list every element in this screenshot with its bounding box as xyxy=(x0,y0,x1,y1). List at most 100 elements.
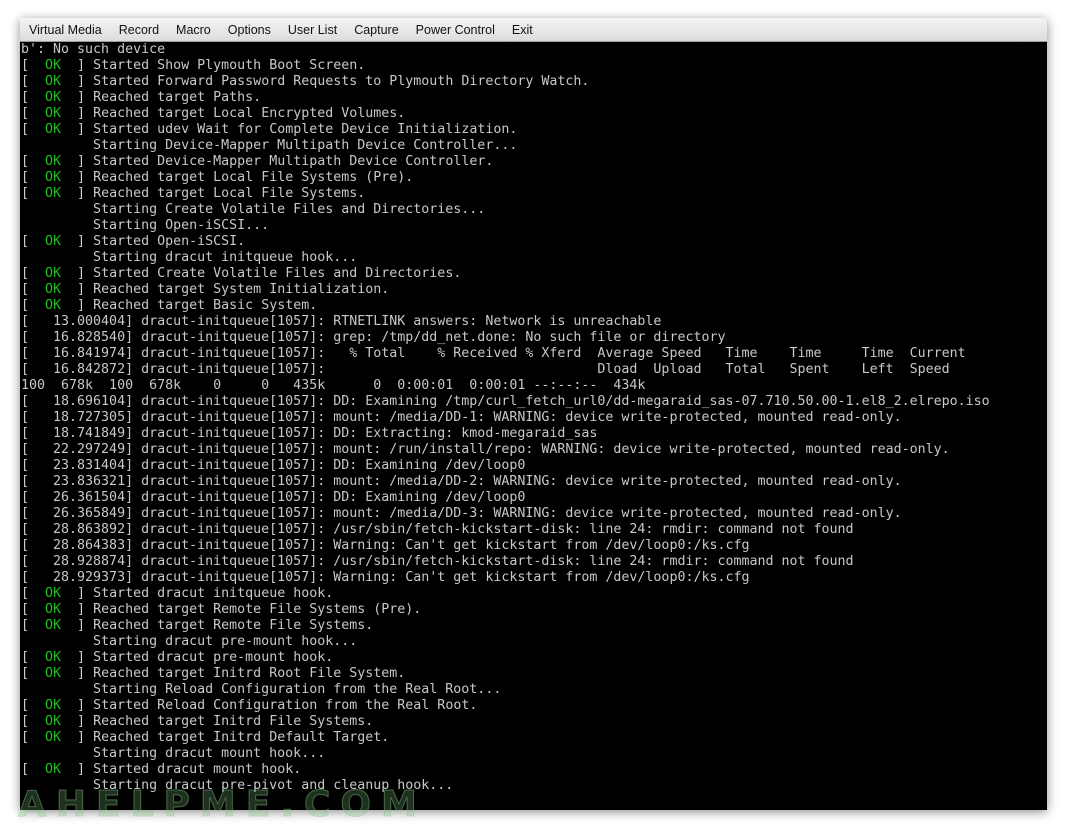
console-line: [ 16.842872] dracut-initqueue[1057]: Dlo… xyxy=(21,362,1047,378)
menu-power-control[interactable]: Power Control xyxy=(409,23,502,37)
console-line: [ 16.828540] dracut-initqueue[1057]: gre… xyxy=(21,330,1047,346)
console-line-text: Reached target Initrd File Systems. xyxy=(93,714,374,729)
console-line: Starting dracut initqueue hook... xyxy=(21,250,1047,266)
console-line-text: [ 26.361504] dracut-initqueue[1057]: DD:… xyxy=(21,490,526,505)
console-line: [ OK ] Started Open-iSCSI. xyxy=(21,234,246,249)
ok-status: OK xyxy=(45,666,62,681)
console-line-text: Reached target Basic System. xyxy=(93,298,318,313)
menu-exit[interactable]: Exit xyxy=(505,23,540,37)
ok-status: OK xyxy=(45,698,62,713)
console-line-text: Started Open-iSCSI. xyxy=(93,234,246,249)
console-line-text: Reached target System Initialization. xyxy=(93,282,390,297)
ok-status: OK xyxy=(45,106,62,121)
console-line-text: Starting dracut initqueue hook... xyxy=(21,250,358,265)
console-line-text: Reached target Paths. xyxy=(93,90,262,105)
console-line-text: [ 28.928874] dracut-initqueue[1057]: /us… xyxy=(21,554,854,569)
console-line: [ OK ] Started Reload Configuration from… xyxy=(21,698,478,713)
ok-status: OK xyxy=(45,266,62,281)
console-line: 100 678k 100 678k 0 0 435k 0 0:00:01 0:0… xyxy=(21,378,1047,394)
menu-macro[interactable]: Macro xyxy=(169,23,218,37)
console-line: [ OK ] Reached target Initrd Root File S… xyxy=(21,666,406,681)
console-line-text: [ 18.741849] dracut-initqueue[1057]: DD:… xyxy=(21,426,598,441)
console-line: [ OK ] Started Device-Mapper Multipath D… xyxy=(21,154,494,169)
console-line-text: [ 18.727305] dracut-initqueue[1057]: mou… xyxy=(21,410,902,425)
console-line-text: Started Reload Configuration from the Re… xyxy=(93,698,478,713)
console-line-text: [ 16.828540] dracut-initqueue[1057]: gre… xyxy=(21,330,726,345)
console-line: [ 18.741849] dracut-initqueue[1057]: DD:… xyxy=(21,426,1047,442)
ok-status: OK xyxy=(45,650,62,665)
console-line-text: Starting Create Volatile Files and Direc… xyxy=(21,202,486,217)
console-line-text: Started dracut mount hook. xyxy=(93,762,302,777)
console-line: [ 28.928874] dracut-initqueue[1057]: /us… xyxy=(21,554,1047,570)
ok-status: OK xyxy=(45,122,62,137)
console-line: [ 26.361504] dracut-initqueue[1057]: DD:… xyxy=(21,490,1047,506)
console-line: [ 26.365849] dracut-initqueue[1057]: mou… xyxy=(21,506,1047,522)
ok-status: OK xyxy=(45,58,62,73)
ok-status: OK xyxy=(45,234,62,249)
ok-status: OK xyxy=(45,298,62,313)
console-line-text: Reached target Local File Systems. xyxy=(93,186,366,201)
kvm-console-window: Virtual Media Record Macro Options User List… xyxy=(20,18,1047,810)
ok-status: OK xyxy=(45,186,62,201)
console-line: [ OK ] Started Forward Password Requests… xyxy=(21,74,590,89)
console-line-text: Starting Reload Configuration from the R… xyxy=(21,682,502,697)
console-line: [ OK ] Reached target Local Encrypted Vo… xyxy=(21,106,406,121)
ok-status: OK xyxy=(45,90,62,105)
console-line: [ OK ] Started dracut pre-mount hook. xyxy=(21,650,334,665)
console-line-text: [ 18.696104] dracut-initqueue[1057]: DD:… xyxy=(21,394,990,409)
ok-status: OK xyxy=(45,602,62,617)
menu-user-list[interactable]: User List xyxy=(281,23,344,37)
console-line: [ OK ] Reached target Initrd Default Tar… xyxy=(21,730,390,745)
menu-record[interactable]: Record xyxy=(112,23,166,37)
console-line: [ 18.727305] dracut-initqueue[1057]: mou… xyxy=(21,410,1047,426)
console-line: [ OK ] Reached target Remote File System… xyxy=(21,602,422,617)
console-line: Starting Create Volatile Files and Direc… xyxy=(21,202,1047,218)
menu-bar: Virtual Media Record Macro Options User List… xyxy=(20,18,1047,42)
console-line: Starting Device-Mapper Multipath Device … xyxy=(21,138,1047,154)
ok-status: OK xyxy=(45,762,62,777)
console-line-text: [ 16.842872] dracut-initqueue[1057]: Dlo… xyxy=(21,362,950,377)
console-line: [ 28.929373] dracut-initqueue[1057]: War… xyxy=(21,570,1047,586)
menu-virtual-media[interactable]: Virtual Media xyxy=(22,23,109,37)
menu-options[interactable]: Options xyxy=(221,23,278,37)
console-line: Starting dracut pre-mount hook... xyxy=(21,634,1047,650)
console-line: [ OK ] Reached target Paths. xyxy=(21,90,262,105)
ok-status: OK xyxy=(45,586,62,601)
ok-status: OK xyxy=(45,618,62,633)
console-line: [ OK ] Reached target Local File Systems… xyxy=(21,186,366,201)
console-line: [ OK ] Reached target Local File Systems… xyxy=(21,170,414,185)
console-line-text: b': No such device xyxy=(21,42,166,57)
console-line-text: Starting Device-Mapper Multipath Device … xyxy=(21,138,518,153)
console-line: [ OK ] Started udev Wait for Complete De… xyxy=(21,122,518,137)
console-line: [ OK ] Started Show Plymouth Boot Screen… xyxy=(21,58,366,73)
console-line-text: Reached target Remote File Systems. xyxy=(93,618,374,633)
console-screen[interactable]: b': No such device[ OK ] Started Show Pl… xyxy=(21,42,1047,810)
console-line-text: Reached target Initrd Default Target. xyxy=(93,730,390,745)
console-line: [ 23.836321] dracut-initqueue[1057]: mou… xyxy=(21,474,1047,490)
console-line-text: Started dracut pre-mount hook. xyxy=(93,650,334,665)
console-line: [ 16.841974] dracut-initqueue[1057]: % T… xyxy=(21,346,1047,362)
console-line-text: Starting dracut mount hook... xyxy=(21,746,326,761)
console-line: [ 23.831404] dracut-initqueue[1057]: DD:… xyxy=(21,458,1047,474)
ok-status: OK xyxy=(45,74,62,89)
console-line: [ 28.864383] dracut-initqueue[1057]: War… xyxy=(21,538,1047,554)
console-line: [ OK ] Reached target Initrd File System… xyxy=(21,714,374,729)
console-line-text: 100 678k 100 678k 0 0 435k 0 0:00:01 0:0… xyxy=(21,378,646,393)
ok-status: OK xyxy=(45,714,62,729)
console-line-text: [ 13.000404] dracut-initqueue[1057]: RTN… xyxy=(21,314,662,329)
console-line-text: [ 26.365849] dracut-initqueue[1057]: mou… xyxy=(21,506,902,521)
console-line-text: Started Forward Password Requests to Ply… xyxy=(93,74,590,89)
console-line-text: Reached target Local Encrypted Volumes. xyxy=(93,106,406,121)
menu-capture[interactable]: Capture xyxy=(347,23,405,37)
console-line: [ OK ] Started dracut initqueue hook. xyxy=(21,586,334,601)
console-line-text: [ 28.929373] dracut-initqueue[1057]: War… xyxy=(21,570,750,585)
console-line: [ 22.297249] dracut-initqueue[1057]: mou… xyxy=(21,442,1047,458)
console-line-text: Starting Open-iSCSI... xyxy=(21,218,270,233)
console-line: [ OK ] Reached target Remote File System… xyxy=(21,618,374,633)
console-line: [ 13.000404] dracut-initqueue[1057]: RTN… xyxy=(21,314,1047,330)
ok-status: OK xyxy=(45,154,62,169)
console-line-text: [ 16.841974] dracut-initqueue[1057]: % T… xyxy=(21,346,966,361)
watermark-logo: AHELPME.COM xyxy=(18,784,427,826)
console-line: [ OK ] Started dracut mount hook. xyxy=(21,762,302,777)
console-line: Starting Open-iSCSI... xyxy=(21,218,1047,234)
